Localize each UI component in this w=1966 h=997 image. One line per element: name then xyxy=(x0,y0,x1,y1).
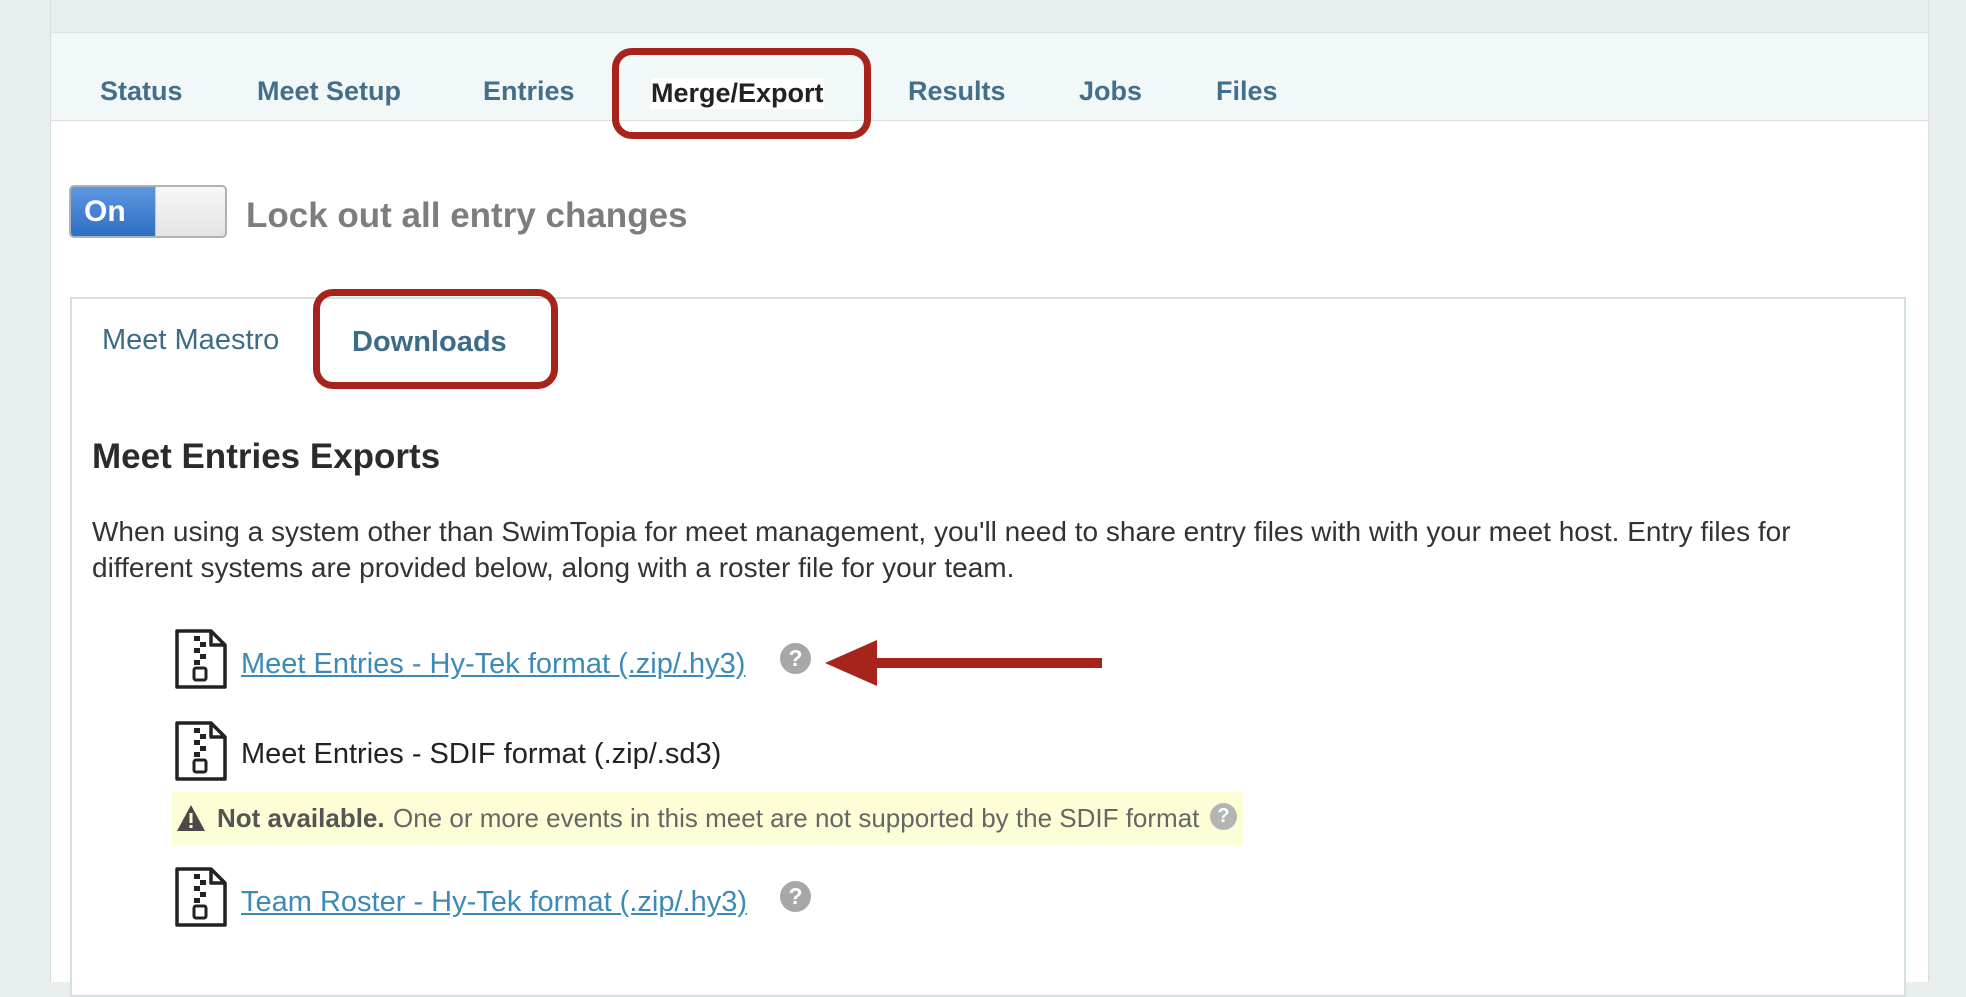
subtab-meet-maestro[interactable]: Meet Maestro xyxy=(102,324,279,357)
section-title: Meet Entries Exports xyxy=(92,437,441,476)
red-arrow-annotation xyxy=(825,640,1102,686)
toggle-on-label: On xyxy=(71,187,155,236)
help-icon[interactable]: ? xyxy=(1210,803,1237,830)
help-icon[interactable]: ? xyxy=(780,881,811,912)
zip-file-icon xyxy=(175,867,227,927)
lock-entries-label: Lock out all entry changes xyxy=(246,196,688,235)
tab-status[interactable]: Status xyxy=(100,76,183,107)
tab-merge-export[interactable]: Merge/Export xyxy=(651,78,824,109)
warning-icon xyxy=(177,805,205,831)
hytek-entries-download-link[interactable]: Meet Entries - Hy-Tek format (.zip/.hy3) xyxy=(241,648,745,681)
top-strip xyxy=(51,0,1928,33)
warning-text: One or more events in this meet are not … xyxy=(393,803,1200,833)
tab-files[interactable]: Files xyxy=(1216,76,1278,107)
tab-jobs[interactable]: Jobs xyxy=(1079,76,1142,107)
tab-results[interactable]: Results xyxy=(908,76,1006,107)
zip-file-icon xyxy=(175,721,227,781)
tab-entries[interactable]: Entries xyxy=(483,76,575,107)
zip-file-icon xyxy=(175,629,227,689)
sdif-entries-label: Meet Entries - SDIF format (.zip/.sd3) xyxy=(241,738,722,770)
help-icon[interactable]: ? xyxy=(780,643,811,674)
toggle-knob xyxy=(155,187,225,236)
tab-meet-setup[interactable]: Meet Setup xyxy=(257,76,401,107)
sdif-unavailable-warning: Not available. One or more events in thi… xyxy=(172,792,1243,845)
warning-strong-text: Not available. xyxy=(217,803,385,833)
exports-description: When using a system other than SwimTopia… xyxy=(92,516,1791,583)
hytek-roster-download-link[interactable]: Team Roster - Hy-Tek format (.zip/.hy3) xyxy=(241,886,747,919)
subtab-downloads[interactable]: Downloads xyxy=(352,326,507,359)
lock-entries-toggle[interactable]: On xyxy=(69,185,227,238)
